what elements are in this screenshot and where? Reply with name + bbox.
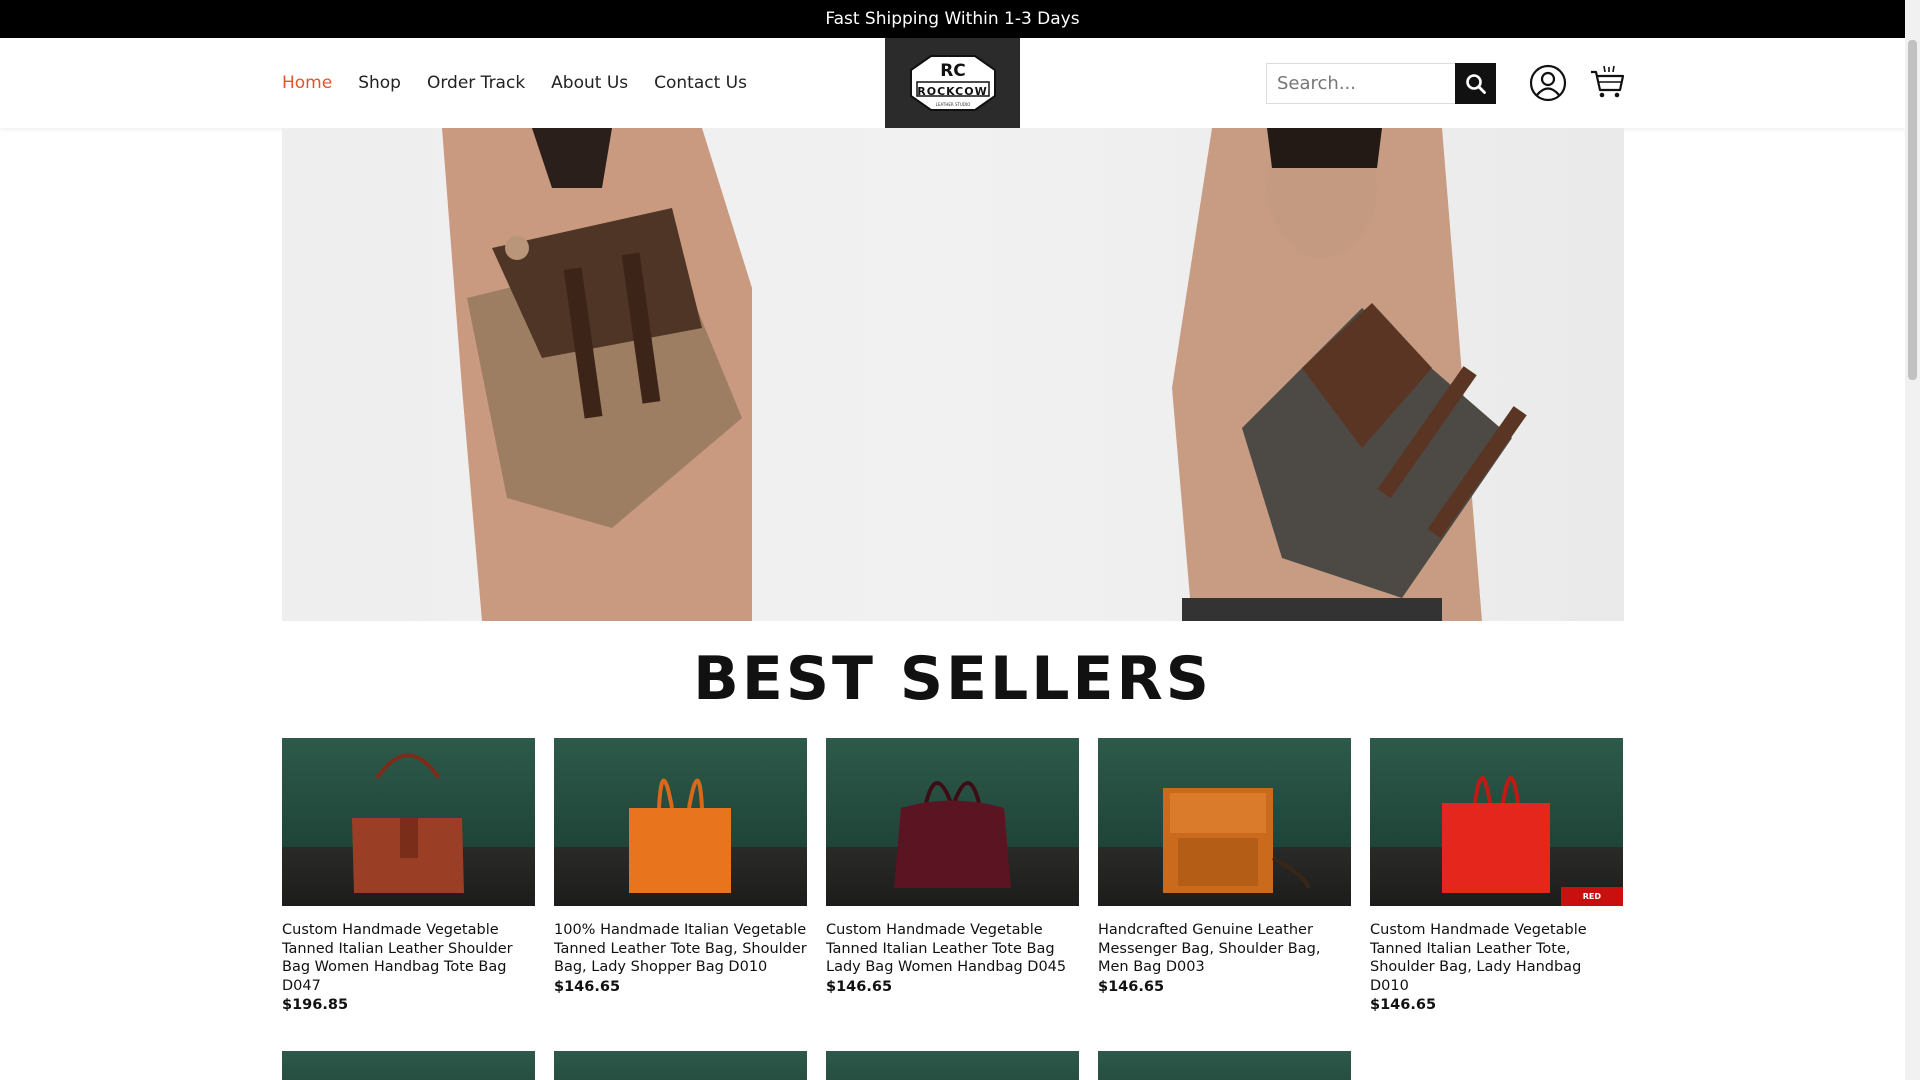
svg-text:RC: RC <box>940 61 966 81</box>
product-image[interactable] <box>554 738 807 906</box>
nav-order-track[interactable]: Order Track <box>427 73 525 93</box>
product-card[interactable]: Custom Handmade Vegetable Tanned Italian… <box>826 738 1079 1013</box>
nav-about-us[interactable]: About Us <box>551 73 628 93</box>
hero-banner[interactable] <box>282 128 1624 621</box>
scrollbar-thumb[interactable] <box>1908 40 1917 380</box>
product-name[interactable]: Custom Handmade Vegetable Tanned Italian… <box>826 921 1079 977</box>
color-badge: RED <box>1560 887 1623 906</box>
product-grid-row-2 <box>282 1051 1351 1080</box>
product-card[interactable]: RED Custom Handmade Vegetable Tanned Ita… <box>1370 738 1623 1013</box>
product-image[interactable] <box>282 1051 535 1080</box>
product-image[interactable] <box>1098 1051 1351 1080</box>
cart-icon[interactable] <box>1589 64 1625 100</box>
product-price: $146.65 <box>554 978 621 995</box>
main-nav: Home Shop Order Track About Us Contact U… <box>282 38 747 128</box>
search-button[interactable] <box>1455 63 1496 104</box>
product-card[interactable]: Handcrafted Genuine Leather Messenger Ba… <box>1098 738 1351 1013</box>
site-header: Home Shop Order Track About Us Contact U… <box>0 38 1905 128</box>
search-form <box>1266 63 1496 104</box>
product-name[interactable]: Handcrafted Genuine Leather Messenger Ba… <box>1098 921 1351 977</box>
product-image[interactable] <box>826 738 1079 906</box>
product-price: $196.85 <box>282 997 349 1013</box>
product-name[interactable]: 100% Handmade Italian Vegetable Tanned L… <box>554 921 807 977</box>
product-image[interactable] <box>1098 738 1351 906</box>
product-image[interactable]: RED <box>1370 738 1623 906</box>
product-card[interactable]: 100% Handmade Italian Vegetable Tanned L… <box>554 738 807 1013</box>
product-price: $146.65 <box>1098 978 1165 995</box>
nav-contact-us[interactable]: Contact Us <box>654 73 747 93</box>
announcement-bar: Fast Shipping Within 1-3 Days <box>0 0 1905 38</box>
page-scrollbar[interactable] <box>1905 0 1920 1080</box>
logo-text: ROCKCOW <box>917 85 988 98</box>
product-grid: Custom Handmade Vegetable Tanned Italian… <box>282 738 1624 1013</box>
product-image[interactable] <box>282 738 535 906</box>
svg-text:LEATHER STUDIO: LEATHER STUDIO <box>935 102 970 107</box>
product-name[interactable]: Custom Handmade Vegetable Tanned Italian… <box>282 921 535 995</box>
logo-badge: RC LEATHER STUDIO ROCKCOW <box>901 52 1005 114</box>
hero-image <box>442 128 1527 621</box>
product-price: $146.65 <box>826 978 893 995</box>
product-name[interactable]: Custom Handmade Vegetable Tanned Italian… <box>1370 921 1623 995</box>
product-image[interactable] <box>826 1051 1079 1080</box>
user-icon[interactable] <box>1529 64 1567 102</box>
nav-shop[interactable]: Shop <box>358 73 401 93</box>
site-logo[interactable]: RC LEATHER STUDIO ROCKCOW <box>885 38 1020 128</box>
section-title: BEST SELLERS <box>693 644 1212 714</box>
nav-home[interactable]: Home <box>282 73 332 93</box>
announcement-text: Fast Shipping Within 1-3 Days <box>825 9 1080 29</box>
search-input[interactable] <box>1266 63 1455 104</box>
search-icon <box>1465 73 1486 94</box>
product-image[interactable] <box>554 1051 807 1080</box>
product-price: $146.65 <box>1370 997 1437 1013</box>
product-card[interactable]: Custom Handmade Vegetable Tanned Italian… <box>282 738 535 1013</box>
